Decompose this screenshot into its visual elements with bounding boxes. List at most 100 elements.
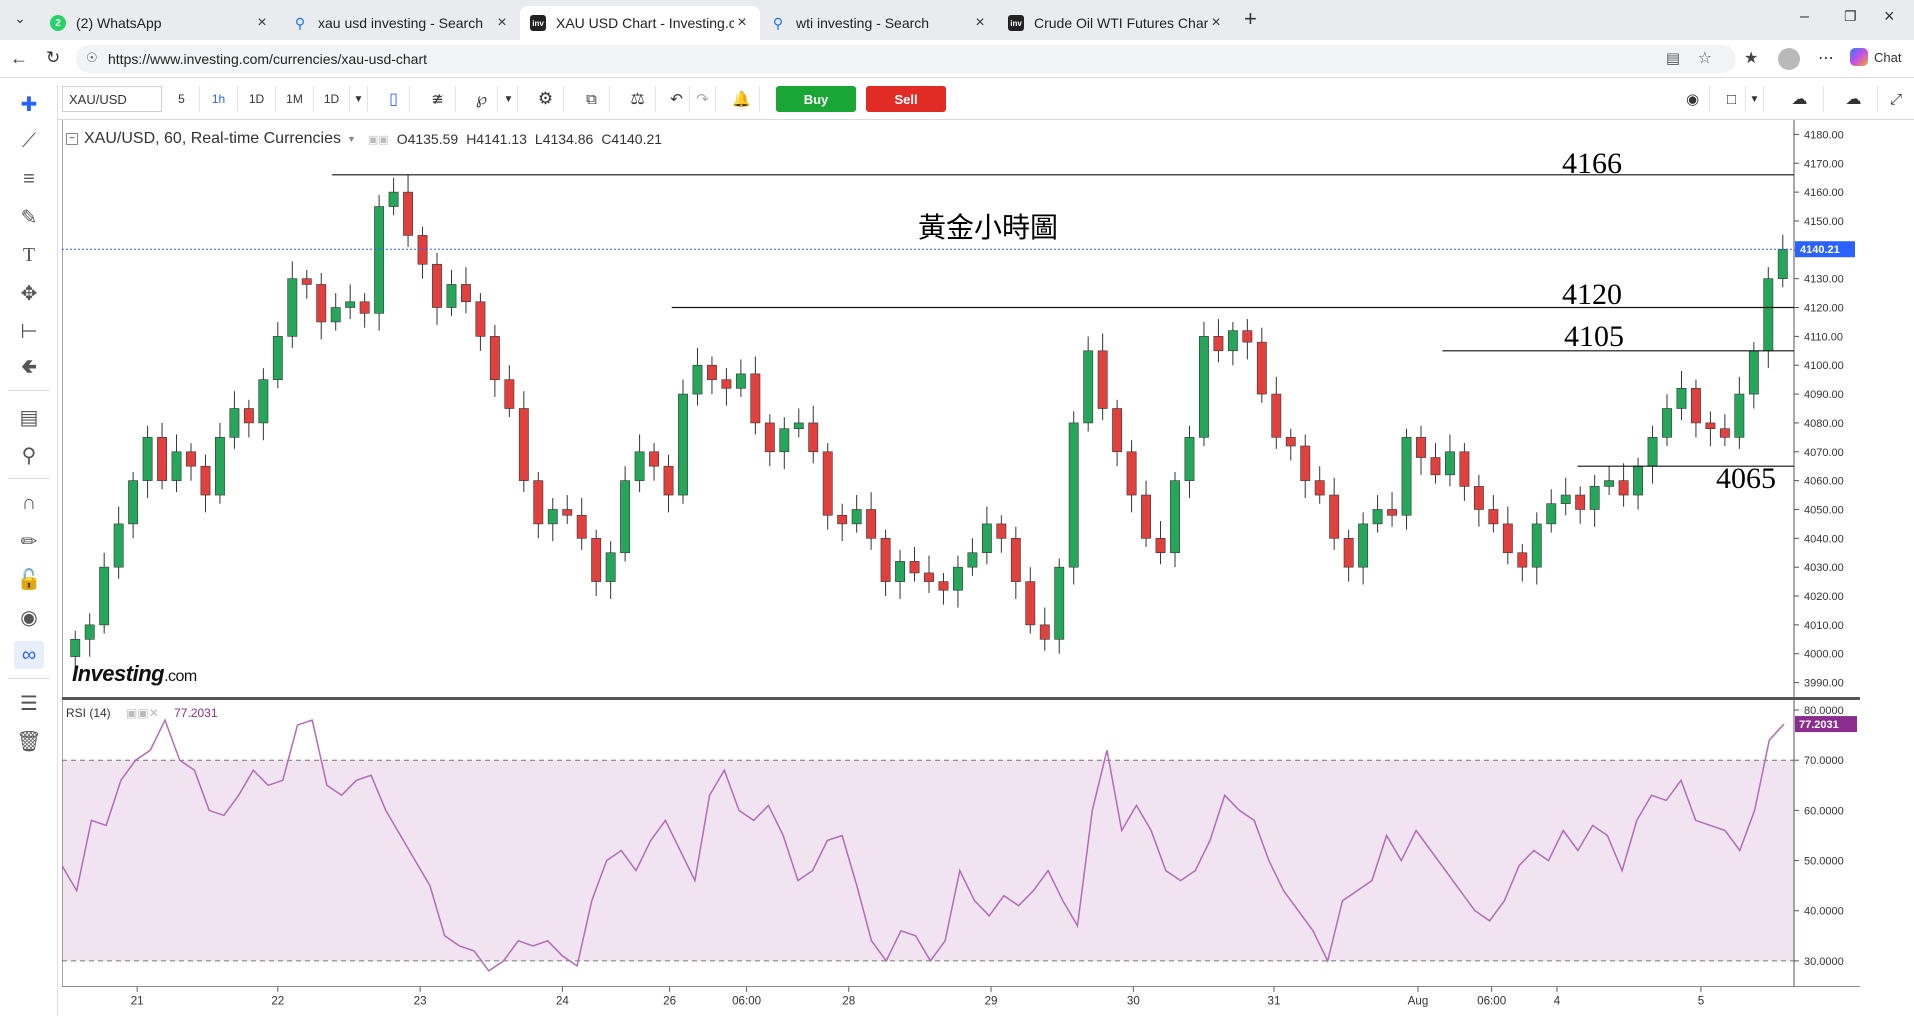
candle-up: [229, 408, 240, 438]
expand-icon[interactable]: ⤢: [1882, 86, 1910, 112]
brush-icon[interactable]: ✎: [14, 203, 44, 231]
interval-1m[interactable]: 1M: [276, 86, 314, 112]
level-label-4105[interactable]: 4105: [1564, 320, 1624, 354]
close-icon[interactable]: ×: [1208, 14, 1224, 32]
candle-down: [1039, 624, 1050, 640]
candle-down: [822, 451, 833, 516]
tab-xau-search[interactable]: ⚲ xau usd investing - Search ×: [282, 6, 520, 40]
profile-avatar[interactable]: [1778, 48, 1800, 70]
url-field[interactable]: ☉ https://www.investing.com/currencies/x…: [76, 45, 1736, 73]
tab-whatsapp[interactable]: 2 (2) WhatsApp ×: [40, 6, 280, 40]
cloud-load-icon[interactable]: ☁: [1776, 86, 1824, 112]
line-chart-icon[interactable]: ≇: [420, 86, 456, 112]
pane-divider[interactable]: [62, 697, 1860, 700]
buy-button[interactable]: Buy: [776, 86, 856, 112]
close-icon[interactable]: ×: [254, 14, 270, 32]
crosshair-icon[interactable]: ✚: [14, 90, 44, 118]
lock-icon[interactable]: 🔓: [14, 565, 44, 593]
tab-xau-chart[interactable]: inv XAU USD Chart - Investing.com ×: [520, 6, 760, 40]
tab-wti-chart[interactable]: inv Crude Oil WTI Futures Chart - Inve ×: [998, 6, 1234, 40]
settings-gear-icon[interactable]: ⚙: [528, 86, 564, 112]
reader-icon[interactable]: ▤: [1666, 49, 1680, 67]
copilot-icon: [1850, 48, 1868, 66]
copilot-chat-button[interactable]: Chat: [1850, 48, 1901, 66]
layout-dropdown-icon[interactable]: ▼: [1746, 86, 1764, 112]
time-axis[interactable]: 21 22 23 24 26 06:00 28 29 30 31 Aug 06:00 4 5: [62, 986, 1860, 1016]
undo-icon[interactable]: ↶: [664, 86, 690, 112]
text-tool-icon[interactable]: T: [14, 241, 44, 269]
candle-down: [1112, 408, 1123, 453]
candle-down: [1213, 336, 1224, 352]
rsi-chart[interactable]: 30.0000 40.0000 50.0000 60.0000 70.0000 80.00…: [62, 700, 1860, 986]
interval-dropdown-icon[interactable]: ▼: [350, 86, 368, 112]
candle-down: [1343, 538, 1354, 568]
price-tick-label: 4050.00: [1804, 504, 1844, 516]
fullscreen-box-icon[interactable]: □: [1718, 86, 1746, 112]
ruler-icon[interactable]: ▤: [14, 403, 44, 431]
back-arrow-icon[interactable]: 🢀: [14, 355, 44, 383]
price-tick-label: 4060.00: [1804, 476, 1844, 488]
interval-1d[interactable]: 1D: [238, 86, 276, 112]
minimize-icon[interactable]: –: [1800, 8, 1809, 26]
alert-bell-icon[interactable]: 🔔: [724, 86, 760, 112]
price-tick-label: 4180.00: [1804, 129, 1844, 141]
close-icon[interactable]: ×: [972, 14, 988, 32]
legend-low: L4134.86: [534, 131, 594, 147]
chart-annotation-title[interactable]: 黃金小時圖: [918, 206, 1058, 246]
back-icon[interactable]: ←: [10, 48, 28, 69]
favorite-star-icon[interactable]: ☆: [1698, 48, 1712, 68]
symbol-search-input[interactable]: XAU/USD: [62, 86, 162, 112]
candle-up: [895, 561, 905, 582]
candle-down: [576, 514, 587, 539]
close-icon[interactable]: ×: [494, 14, 510, 32]
indicators-icon[interactable]: ℘: [466, 86, 498, 112]
interval-1d-alt[interactable]: 1D: [314, 86, 350, 112]
interval-5[interactable]: 5: [164, 86, 200, 112]
candles-type-icon[interactable]: ▯: [378, 86, 410, 112]
eye-icon[interactable]: ◉: [14, 603, 44, 631]
trash-icon[interactable]: 🗑: [14, 727, 44, 755]
layers-icon[interactable]: ☰: [14, 689, 44, 717]
new-tab-icon[interactable]: +: [1244, 6, 1257, 32]
legend-collapse-icon[interactable]: −: [66, 133, 78, 145]
close-icon[interactable]: ×: [734, 14, 750, 32]
cloud-save-icon[interactable]: ☁: [1830, 86, 1878, 112]
rsi-tick-label: 70.0000: [1804, 755, 1844, 767]
candle-down: [1705, 422, 1716, 429]
site-info-icon[interactable]: ☉: [86, 50, 98, 66]
rsi-label[interactable]: RSI (14): [66, 706, 111, 720]
candle-down: [533, 480, 544, 525]
pattern-tool-icon[interactable]: ✥: [14, 279, 44, 307]
stay-drawing-icon[interactable]: ✏: [14, 527, 44, 555]
legend-dropdown-icon[interactable]: ▼: [347, 134, 356, 144]
link-icon[interactable]: ∞: [14, 641, 44, 669]
fib-tool-icon[interactable]: ≡: [14, 165, 44, 193]
window-close-icon[interactable]: ×: [1884, 6, 1895, 27]
candle-up: [1734, 393, 1745, 438]
tab-wti-search[interactable]: ⚲ wti investing - Search ×: [760, 6, 998, 40]
more-options-icon[interactable]: ⋯: [1818, 48, 1834, 68]
level-label-4166[interactable]: 4166: [1562, 147, 1622, 181]
legend-title[interactable]: XAU/USD, 60, Real-time Currencies: [84, 130, 341, 148]
restore-icon[interactable]: ❐: [1844, 8, 1857, 25]
studies-icon[interactable]: ⧉: [574, 86, 610, 112]
favorites-icon[interactable]: ★: [1744, 48, 1758, 68]
screenshot-camera-icon[interactable]: ◉: [1676, 86, 1710, 112]
compare-scale-icon[interactable]: ⚖: [620, 86, 656, 112]
legend-settings-icon[interactable]: ▣▣: [368, 133, 389, 146]
price-tick-label: 4030.00: [1804, 562, 1844, 574]
redo-icon[interactable]: ↷: [690, 86, 716, 112]
level-label-4065[interactable]: 4065: [1716, 462, 1776, 496]
rsi-band: [62, 760, 1794, 961]
magnet-icon[interactable]: ∩: [14, 489, 44, 517]
tab-list-dropdown-icon[interactable]: ⌄: [8, 10, 32, 30]
interval-1h[interactable]: 1h: [200, 86, 238, 112]
trend-line-icon[interactable]: ⟋: [14, 127, 44, 155]
zoom-icon[interactable]: ⚲: [14, 441, 44, 469]
level-label-4120[interactable]: 4120: [1562, 278, 1622, 312]
indicators-dropdown-icon[interactable]: ▼: [500, 86, 518, 112]
measure-tool-icon[interactable]: ⊢: [14, 317, 44, 345]
rsi-settings-icon[interactable]: ▣▣✕: [126, 706, 159, 720]
reload-icon[interactable]: ↻: [46, 48, 60, 68]
sell-button[interactable]: Sell: [866, 86, 946, 112]
